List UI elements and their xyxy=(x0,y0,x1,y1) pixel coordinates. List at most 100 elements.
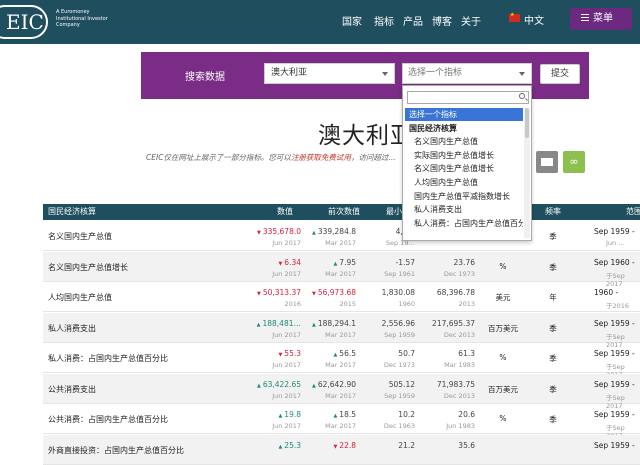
row-max: 71,983.75 xyxy=(436,379,475,389)
table-row[interactable]: 名义国内生产总值 335,678.0 Jun 2017 339,284.8 Mar 20… xyxy=(43,221,640,251)
row-value-date: Jun 2017 xyxy=(272,422,301,430)
col-range: 范围 xyxy=(626,207,640,216)
table-row[interactable]: 名义国内生产总值增长 6.34 Jun 2017 7.95 Mar 2017 -1.57 S… xyxy=(43,251,640,288)
row-max-date: Dec 2013 xyxy=(443,391,475,400)
page-title: 澳大利亚 xyxy=(318,123,414,149)
row-frequency: 季 xyxy=(549,232,557,241)
china-flag-icon[interactable]: ★ xyxy=(509,12,520,22)
table-row[interactable]: 人均国内生产总值 50,313.37 2016 56,973.68 2015 1,830.… xyxy=(43,282,640,312)
hamburger-icon xyxy=(581,14,589,21)
ceic-logo[interactable]: EIC xyxy=(0,5,48,39)
row-name[interactable]: 私人消费支出 xyxy=(48,323,96,334)
row-min-date: Sep 1959 xyxy=(384,391,415,400)
submit-button[interactable]: 提交 xyxy=(540,64,580,84)
dropdown-option[interactable]: 私人消费：占国内生产总值百分比 xyxy=(405,217,523,230)
row-max-date: Dec 2013 xyxy=(443,330,475,339)
nav-indicators[interactable]: 指标 xyxy=(374,13,394,28)
row-value-date: Jun 2017 xyxy=(272,269,301,278)
dropdown-option[interactable]: 私人消费支出 xyxy=(405,203,523,216)
dropdown-option[interactable]: 名义国内生产总值 xyxy=(405,135,523,148)
row-range: Sep 1959 - xyxy=(594,227,635,236)
country-select[interactable]: 澳大利亚 xyxy=(264,63,395,84)
row-value: 19.8 xyxy=(241,410,301,419)
col-category: 国民经济核算 xyxy=(48,207,96,216)
email-share-button[interactable] xyxy=(536,151,558,173)
row-value-date: Jun 2017 xyxy=(272,330,301,339)
indicator-select[interactable]: 选择一个指标 xyxy=(402,63,532,84)
row-min: 21.2 xyxy=(398,440,415,450)
row-prev-date: Mar 2017 xyxy=(325,269,356,278)
menu-button[interactable]: 菜单 xyxy=(570,8,632,30)
table-row[interactable]: 公共消费：占国内生产总值百分比 19.8 Jun 2017 18.5 Mar 2017 1… xyxy=(43,404,640,440)
col-prev: 前次数值 xyxy=(328,207,360,216)
row-min: 2,556.96 xyxy=(381,318,415,328)
row-min: -1.57 xyxy=(395,257,415,267)
row-range: 1960 - xyxy=(594,288,619,297)
row-value-date: Jun 2017 xyxy=(272,361,301,369)
row-name[interactable]: 公共消费支出 xyxy=(48,384,96,395)
language-selector[interactable]: 中文 xyxy=(524,12,544,27)
row-max: 20.6 xyxy=(458,410,475,419)
row-min: 50.7 xyxy=(398,349,415,358)
nav-blog[interactable]: 博客 xyxy=(432,13,452,28)
row-name[interactable]: 名义国内生产总值 xyxy=(48,231,112,242)
row-unit: 百万美元 xyxy=(488,384,518,394)
indicator-dropdown: 选择一个指标 国民经济核算 名义国内生产总值 实际国内生产总值增长 名义国内生产总值增长… xyxy=(402,85,532,241)
mail-icon xyxy=(541,158,553,166)
search-label: 搜索数据 xyxy=(185,72,225,83)
top-header: EIC A Euromoney Institutional Investor C… xyxy=(0,0,640,44)
dropdown-scrollbar[interactable] xyxy=(524,108,530,238)
table-row[interactable]: 外商直接投资：占国内生产总值百分比 25.322.8 21.2 35.6 Sep 195… xyxy=(43,434,640,465)
row-name[interactable]: 私人消费：占国内生产总值百分比 xyxy=(48,353,168,364)
row-max-date: 2013 xyxy=(458,300,475,308)
dropdown-option[interactable]: 实际国内生产总值增长 xyxy=(405,149,523,162)
row-frequency: 季 xyxy=(549,415,557,424)
row-prev-value: 18.5 xyxy=(296,410,356,419)
chevron-down-icon xyxy=(382,72,388,76)
table-header: 国民经济核算 数值 前次数值 最小 最大 单位 频率 范围 xyxy=(43,204,640,220)
row-frequency: 季 xyxy=(549,384,557,394)
row-min-date: 1960 xyxy=(398,300,415,308)
table-row[interactable]: 私人消费支出 188,481… Jun 2017 188,294.1 Mar 2017 2… xyxy=(43,312,640,349)
row-min-date: Dec 1973 xyxy=(383,361,415,369)
chevron-down-icon xyxy=(519,72,525,76)
row-range: Sep 1959 - xyxy=(594,318,635,328)
dropdown-option[interactable]: 选择一个指标 xyxy=(405,108,523,121)
row-name[interactable]: 公共消费：占国内生产总值百分比 xyxy=(48,414,168,425)
row-max-date: Jun 1983 xyxy=(446,422,475,430)
table-row[interactable]: 公共消费支出 63,422.65 Jun 2017 62,642.90 Mar 2017… xyxy=(43,373,640,410)
row-prev-value: 56,973.68 xyxy=(296,288,356,297)
row-value-date: Jun 2017 xyxy=(272,239,301,247)
logo-tagline: A Euromoney Institutional Investor Compa… xyxy=(56,9,108,28)
col-frequency: 频率 xyxy=(545,207,561,216)
dropdown-search-input[interactable] xyxy=(407,91,529,104)
link-share-button[interactable]: ∞ xyxy=(563,151,585,173)
nav-countries[interactable]: 国家 xyxy=(342,13,362,28)
row-range-updated: 于2016 xyxy=(606,302,630,310)
row-value: 63,422.65 xyxy=(241,380,301,389)
row-max: 35.6 xyxy=(458,440,475,450)
row-prev-date: Mar 2017 xyxy=(325,391,356,400)
table-row[interactable]: 私人消费：占国内生产总值百分比 55.3 Jun 2017 56.5 Mar 2017 5… xyxy=(43,343,640,379)
row-range: Sep 1959 - xyxy=(594,410,635,419)
row-min-date: Sep 1959 xyxy=(384,330,415,339)
nav-products[interactable]: 产品 xyxy=(403,13,423,28)
row-prev-value: 22.8 xyxy=(296,441,356,450)
trial-link[interactable]: 注册获取免费试用 xyxy=(291,153,351,162)
row-prev-date: Mar 2017 xyxy=(325,239,356,247)
row-name[interactable]: 名义国内生产总值增长 xyxy=(48,262,128,273)
row-prev-date: 2015 xyxy=(339,300,356,308)
row-value: 335,678.0 xyxy=(241,227,301,236)
dropdown-option[interactable]: 人均国内生产总值 xyxy=(405,176,523,189)
search-icon xyxy=(519,93,525,99)
dropdown-option[interactable]: 国内生产总值平减指数增长 xyxy=(405,190,523,203)
row-name[interactable]: 人均国内生产总值 xyxy=(48,292,112,303)
row-name[interactable]: 外商直接投资：占国内生产总值百分比 xyxy=(48,445,184,456)
row-prev-value: 188,294.1 xyxy=(296,319,356,328)
nav-about[interactable]: 关于 xyxy=(461,13,481,28)
row-range-updated: Jun … xyxy=(606,239,625,247)
row-value: 50,313.37 xyxy=(241,288,301,297)
notice-text: CEIC仅在网址上展示了一部分指标。您可以注册获取免费试用，访问超过... xyxy=(146,153,396,162)
dropdown-option[interactable]: 名义国内生产总值增长 xyxy=(405,162,523,175)
row-min-date: Dec 1963 xyxy=(383,422,415,430)
